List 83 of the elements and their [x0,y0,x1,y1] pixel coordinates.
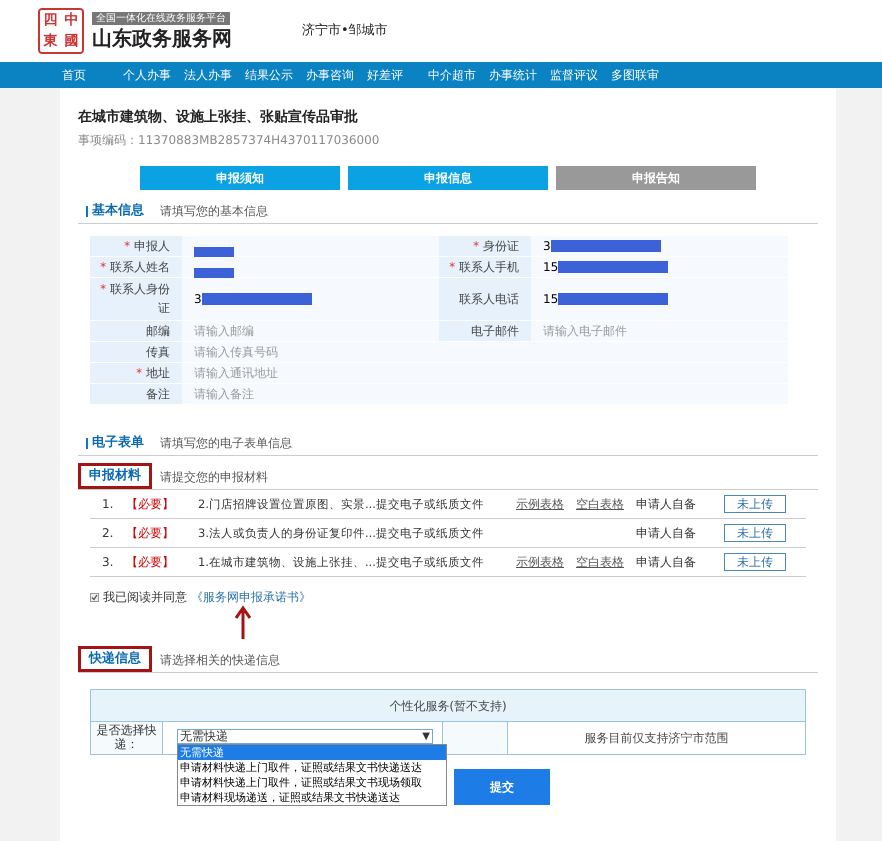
platform-label: 全国一体化在线政务服务平台 [92,12,230,24]
input-field[interactable]: 15 [531,257,788,277]
site-name: 山东政务服务网 [92,24,232,50]
nav-link[interactable]: 多图联审 [611,67,672,83]
template-link[interactable]: 空白表格 [576,496,624,512]
nav-link[interactable]: 监督评议 [550,67,611,83]
step-tab[interactable]: 申报信息 [348,166,548,190]
material-name: 2.门店招牌设置位置原图、实景...提交电子或纸质文件 [198,496,485,512]
express-select[interactable]: 无需快递 ▼ [177,729,433,744]
logo-icon: 四 中 東 國 [38,8,84,54]
item-code: 事项编码：11370883MB2857374H4370117036000 [78,132,380,148]
table-cell-text: 服务目前仅支持济宁市范围 [584,730,730,747]
input-field[interactable]: 15 [531,278,788,320]
nav-link[interactable]: 好差评 [367,67,428,83]
arrow-icon [233,605,253,639]
nav-link[interactable]: 个人办事 [123,67,184,83]
submit-button[interactable]: 提交 [454,769,550,805]
input-field[interactable]: 请输入电子邮件 [531,321,788,341]
page-title: 在城市建筑物、设施上张挂、张贴宣传品审批 [78,108,359,126]
dropdown-option[interactable]: 申请材料现场递送，证照或结果文书快递送达 [178,790,446,805]
nav-link[interactable]: 法人办事 [184,67,245,83]
field-label: 邮编 [90,321,182,341]
section-title: 电子表单 [92,435,144,451]
nav-link[interactable]: 结果公示 [245,67,306,83]
upload-button[interactable]: 未上传 [724,495,786,513]
nav-link[interactable]: 办事统计 [489,67,550,83]
step-tab[interactable]: 申报须知 [140,166,340,190]
template-link[interactable]: 空白表格 [576,554,624,570]
table-header: 个性化服务(暂不支持) [91,690,805,722]
upload-button[interactable]: 未上传 [724,524,786,542]
section-hint: 请填写您的电子表单信息 [160,435,292,452]
agreement-link[interactable]: 《服务网申报承诺书》 [191,589,311,605]
material-source: 申请人自备 [636,496,697,512]
input-field[interactable]: 请输入备注 [182,384,439,404]
step-tab[interactable]: 申报告知 [556,166,756,190]
required-tag: 【必要】 [126,554,198,570]
dropdown-option[interactable]: 无需快递 [178,745,446,760]
required-tag: 【必要】 [126,496,198,512]
section-hint: 请提交您的申报材料 [160,469,268,486]
nav-link[interactable]: 办事咨询 [306,67,367,83]
input-field[interactable]: 请输入邮编 [182,321,439,341]
table-cell: 是否选择快递： [91,722,163,754]
section-marker [86,438,88,448]
input-field[interactable]: 3 [531,236,788,256]
field-label: 传真 [90,342,182,362]
section-title: 基本信息 [92,203,144,219]
section-hint: 请填写您的基本信息 [160,203,268,220]
field-label: 联系人电话 [439,278,531,320]
field-label: 备注 [90,384,182,404]
dropdown-option[interactable]: 申请材料快递上门取件，证照或结果文书快递送达 [178,760,446,775]
section-marker [86,206,88,216]
nav-link[interactable]: 首页 [62,67,123,83]
field-label: * 身份证 [439,236,531,256]
field-label: * 地址 [90,363,182,383]
region-label: 济宁市•邹城市 [302,23,388,39]
section-hint: 请选择相关的快递信息 [160,652,280,669]
template-link[interactable]: 示例表格 [516,496,564,512]
material-source: 申请人自备 [636,554,697,570]
field-label: * 联系人手机 [439,257,531,277]
row-number: 1. [101,496,114,512]
input-field[interactable]: 请输入传真号码 [182,342,439,362]
row-number: 2. [101,525,114,541]
field-label: 电子邮件 [439,321,531,341]
material-name: 3.法人或负责人的身份证复印件...提交电子或纸质文件 [198,525,485,541]
field-label: * 联系人姓名 [90,257,182,277]
agree-checkbox[interactable] [90,592,99,602]
input-field[interactable] [182,236,439,256]
field-label: * 联系人身份证 [90,278,182,320]
upload-button[interactable]: 未上传 [724,553,786,571]
material-source: 申请人自备 [636,525,697,541]
input-field[interactable]: 请输入通讯地址 [182,363,439,383]
material-name: 1.在城市建筑物、设施上张挂、...提交电子或纸质文件 [198,554,485,570]
row-number: 3. [101,554,114,570]
agree-text: 我已阅读并同意 [103,589,187,605]
field-label: * 申报人 [90,236,182,256]
required-tag: 【必要】 [126,525,198,541]
input-field[interactable] [182,257,439,277]
section-title: 申报材料 [89,468,141,484]
input-field[interactable]: 3 [182,278,439,320]
dropdown-option[interactable]: 申请材料快递上门取件，证照或结果文书现场领取 [178,775,446,790]
template-link[interactable]: 示例表格 [516,554,564,570]
nav-link[interactable]: 中介超市 [428,67,489,83]
section-title: 快递信息 [89,651,141,667]
